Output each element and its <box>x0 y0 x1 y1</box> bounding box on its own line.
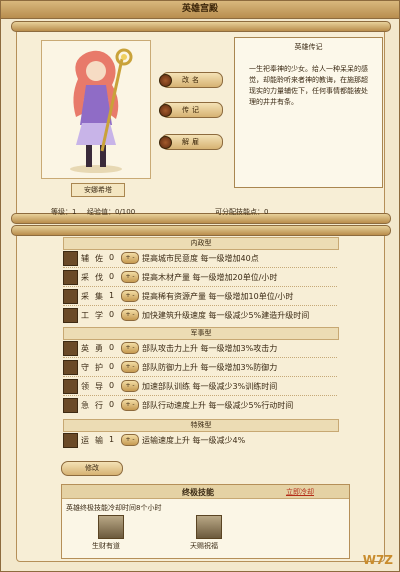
engineering-skill-icon <box>63 308 78 323</box>
hero-exp: 经验值：0/100 <box>87 208 136 216</box>
button-orb-icon <box>159 136 172 149</box>
hero-name: 安娜希塔 <box>71 183 125 197</box>
hero-portrait <box>41 40 151 179</box>
skill-row-guard: 守护 0 + - 部队防御力上升 每一级增加3%防御力 <box>63 359 337 375</box>
skill-row-assist: 辅佐 0 + - 提高城市民意度 每一级增加40点 <box>63 250 337 266</box>
skill-row-march: 急行 0 + - 部队行动速度上升 每一级减少5%行动时间 <box>63 397 337 413</box>
hero-level: 等级：1 <box>51 208 77 216</box>
transport-skill-icon <box>63 433 78 448</box>
skill-adjust-button[interactable]: + - <box>121 309 139 321</box>
skill-adjust-button[interactable]: + - <box>121 399 139 411</box>
skill-adjust-button[interactable]: + - <box>121 271 139 283</box>
skill-row-transport: 运输 1 + - 运输速度上升 每一级减少4% <box>63 432 337 448</box>
ultimate-skill-1-label: 生财有道 <box>92 542 120 550</box>
valor-skill-icon <box>63 341 78 356</box>
skill-adjust-button[interactable]: + - <box>121 252 139 264</box>
ultimate-title: 终极技能 <box>182 488 214 497</box>
rename-button[interactable]: 改名 <box>159 72 223 88</box>
row-divider <box>63 357 337 358</box>
ultimate-skill-box: 终极技能 立即冷却 英雄终极技能冷却时间8个小时 生财有道 天赐祝福 <box>61 484 350 559</box>
section-special: 特殊型 <box>63 419 339 432</box>
row-divider <box>63 305 337 306</box>
modify-button[interactable]: 修改 <box>61 461 123 476</box>
skill-row-gather: 采集 1 + - 提高稀有资源产量 每一级增加10单位/小时 <box>63 288 337 304</box>
ultimate-cooldown-note: 英雄终极技能冷却时间8个小时 <box>66 504 162 512</box>
gather-skill-icon <box>63 289 78 304</box>
decorative-rod-skills <box>11 225 391 236</box>
leadership-skill-icon <box>63 379 78 394</box>
instant-cooldown-link[interactable]: 立即冷却 <box>286 487 314 497</box>
biography-button[interactable]: 传记 <box>159 102 223 118</box>
decorative-rod-top <box>11 21 391 32</box>
skill-points: 可分配技能点：0 <box>215 208 269 216</box>
logging-skill-icon <box>63 270 78 285</box>
row-divider <box>63 267 337 268</box>
biography-box: 英雄传记 一生祀奉神的少女。给人一种呆呆的感觉，却能聆听来者神的教诲，在施那超现… <box>234 37 383 188</box>
guard-skill-icon <box>63 360 78 375</box>
button-orb-icon <box>159 74 172 87</box>
ultimate-skill-2-label: 天赐祝福 <box>190 542 218 550</box>
section-military: 军事型 <box>63 327 339 340</box>
dismiss-button[interactable]: 解雇 <box>159 134 223 150</box>
window-title: 英雄宫殿 <box>1 1 399 19</box>
row-divider <box>63 286 337 287</box>
skill-row-leadership: 领导 0 + - 加速部队训练 每一级减少3%训练时间 <box>63 378 337 394</box>
biography-title: 英雄传记 <box>294 43 323 51</box>
biography-text: 一生祀奉神的少女。给人一种呆呆的感觉，却能聆听来者神的教诲，在施那超现实的力量辅… <box>249 65 368 106</box>
skill-row-engineering: 工学 0 + - 加快建筑升级速度 每一级减少5%建造升级时间 <box>63 307 337 323</box>
skill-adjust-button[interactable]: + - <box>121 361 139 373</box>
button-orb-icon <box>159 104 172 117</box>
wealth-skill-icon[interactable] <box>98 515 124 539</box>
skill-adjust-button[interactable]: + - <box>121 434 139 446</box>
skill-row-logging: 采伐 0 + - 提高木材产量 每一级增加20单位/小时 <box>63 269 337 285</box>
assist-skill-icon <box>63 251 78 266</box>
ultimate-header: 终极技能 立即冷却 <box>62 485 349 499</box>
skill-adjust-button[interactable]: + - <box>121 342 139 354</box>
row-divider <box>63 395 337 396</box>
section-internal: 内政型 <box>63 237 339 250</box>
march-skill-icon <box>63 398 78 413</box>
skill-row-valor: 英勇 0 + - 部队攻击力上升 每一级增加3%攻击力 <box>63 340 337 356</box>
skill-adjust-button[interactable]: + - <box>121 290 139 302</box>
blessing-skill-icon[interactable] <box>196 515 222 539</box>
row-divider <box>63 376 337 377</box>
skill-adjust-button[interactable]: + - <box>121 380 139 392</box>
site-watermark-logo: W7Z <box>362 553 393 567</box>
hero-palace-window: 英雄宫殿 安娜希塔 等级：1 经验值：0/100 可分配技能点：0 改名 传记 … <box>0 0 400 572</box>
